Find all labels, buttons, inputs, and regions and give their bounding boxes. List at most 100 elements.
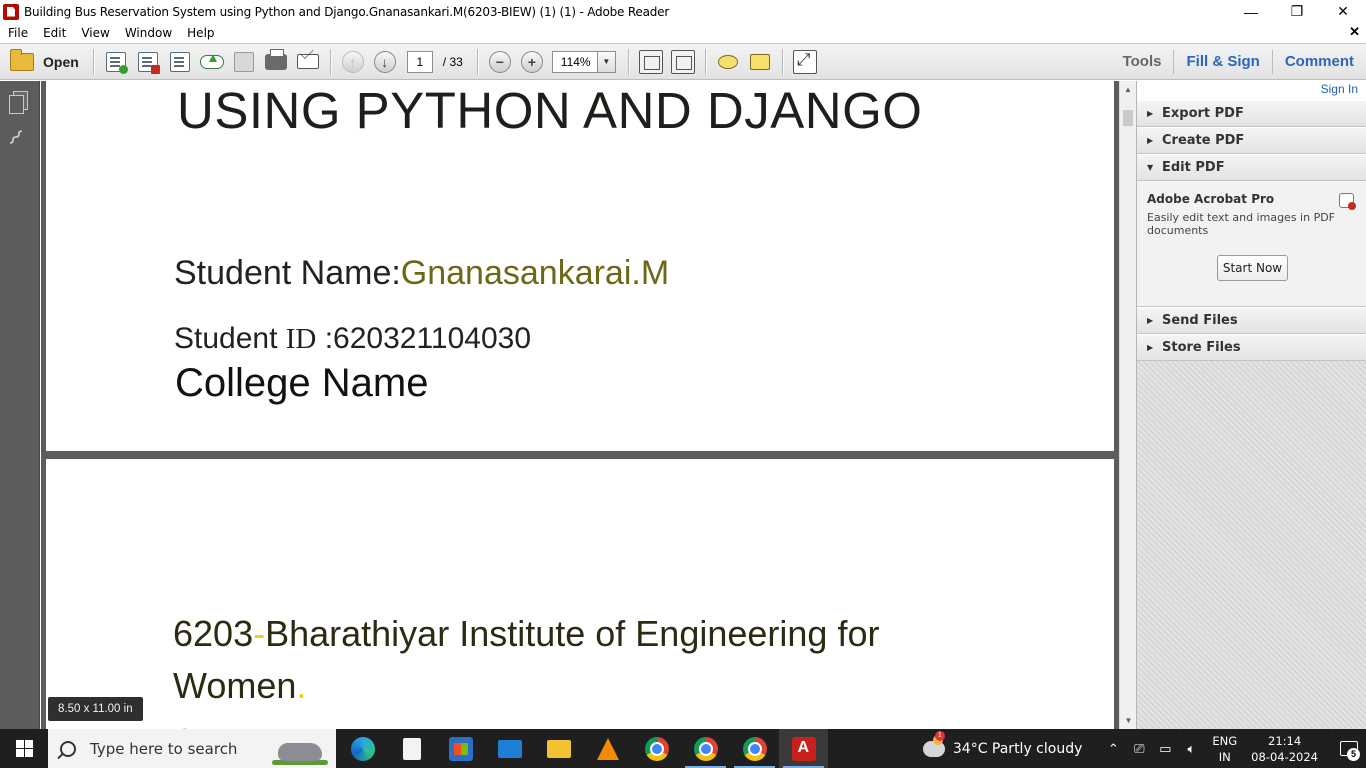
student-name-value: Gnanasankarai.M xyxy=(400,254,670,292)
taskbar-search[interactable]: Type here to search xyxy=(48,729,336,768)
lang-line2: IN xyxy=(1218,749,1231,764)
edit-pdf-button[interactable] xyxy=(167,49,193,75)
scroll-thumb[interactable] xyxy=(1123,110,1133,126)
acrobat-pro-description: Easily edit text and images in PDF docum… xyxy=(1147,211,1335,237)
taskbar-explorer[interactable] xyxy=(534,729,583,768)
save-icon xyxy=(233,51,254,72)
volume-icon[interactable]: 🔈︎ xyxy=(1178,741,1204,757)
taskbar-file[interactable] xyxy=(387,729,436,768)
edit-pdf-section[interactable]: ▼ Edit PDF xyxy=(1137,154,1366,181)
zoom-select[interactable]: 114% ▼ xyxy=(551,50,616,73)
zoom-in-button[interactable]: + xyxy=(519,49,545,75)
section-label: Create PDF xyxy=(1162,133,1245,148)
menu-help[interactable]: Help xyxy=(179,26,221,40)
export-pdf-section[interactable]: ▶ Export PDF xyxy=(1137,100,1366,127)
minimize-button[interactable]: — xyxy=(1228,0,1274,23)
toolbar: Open ↑ ↓ 1 / 33 − + 114% ▼ Tools Fill & … xyxy=(0,43,1366,80)
chevron-down-icon[interactable]: ▼ xyxy=(597,50,616,73)
student-name-line: Student Name:Gnanasankarai.M xyxy=(174,254,669,293)
college-name-cont: Women xyxy=(173,665,297,706)
chevron-right-icon: ▶ xyxy=(1147,136,1154,145)
zoom-out-button[interactable]: − xyxy=(487,49,513,75)
weather-icon[interactable] xyxy=(922,730,945,757)
chrome-icon xyxy=(644,736,669,761)
email-icon xyxy=(296,54,319,69)
toolbar-divider xyxy=(329,48,331,75)
upload-button[interactable] xyxy=(199,49,225,75)
taskbar-chrome-profile[interactable] xyxy=(681,729,730,768)
comment-link[interactable]: Comment xyxy=(1273,50,1366,74)
full-screen-button[interactable] xyxy=(792,49,818,75)
section-label: Edit PDF xyxy=(1162,160,1225,175)
taskbar-vlc[interactable] xyxy=(583,729,632,768)
page-number-input[interactable]: 1 xyxy=(406,50,433,73)
send-files-section[interactable]: ▶ Send Files xyxy=(1137,307,1366,334)
create-pdf-icon xyxy=(105,51,128,74)
full-screen-icon xyxy=(792,49,817,74)
language-indicator[interactable]: ENG IN xyxy=(1212,733,1237,765)
taskbar-chrome[interactable] xyxy=(632,729,681,768)
start-now-button[interactable]: Start Now xyxy=(1217,255,1288,281)
zoom-out-icon: − xyxy=(488,50,511,73)
email-button[interactable] xyxy=(295,49,321,75)
maximize-button[interactable]: ❐ xyxy=(1274,0,1320,23)
print-button[interactable] xyxy=(263,48,289,75)
menu-view[interactable]: View xyxy=(73,26,116,40)
highlight-button[interactable] xyxy=(747,49,773,75)
fit-width-button[interactable] xyxy=(670,49,696,75)
sign-in-link[interactable]: Sign In xyxy=(1321,82,1358,96)
open-label: Open xyxy=(43,53,79,70)
fit-page-button[interactable] xyxy=(638,49,664,75)
next-page-button[interactable]: ↓ xyxy=(372,49,398,75)
sticky-note-button[interactable] xyxy=(715,49,741,75)
menu-bar: File Edit View Window Help ✕ xyxy=(0,23,1366,43)
create-pdf-button[interactable] xyxy=(103,49,129,75)
menu-file[interactable]: File xyxy=(0,26,35,40)
network-icon[interactable]: ⎚ xyxy=(1126,741,1152,757)
menu-window[interactable]: Window xyxy=(117,26,179,40)
zoom-value[interactable]: 114% xyxy=(551,50,598,73)
chevron-right-icon: ▶ xyxy=(1147,109,1154,118)
toolbar-divider xyxy=(92,48,94,75)
taskbar-mail[interactable] xyxy=(485,729,534,768)
create-pdf-section[interactable]: ▶ Create PDF xyxy=(1137,127,1366,154)
start-button[interactable] xyxy=(0,729,48,768)
title-bar: Building Bus Reservation System using Py… xyxy=(0,0,1366,23)
chevron-up-icon[interactable]: ⌃ xyxy=(1100,741,1126,757)
notifications-button[interactable]: 5 xyxy=(1332,729,1366,768)
tools-link[interactable]: Tools xyxy=(1111,50,1174,74)
section-label: Export PDF xyxy=(1162,106,1244,121)
document-view[interactable]: USING PYTHON AND DJANGO Student Name:Gna… xyxy=(41,81,1119,729)
menu-edit[interactable]: Edit xyxy=(35,26,73,40)
page-thumbnails-icon[interactable] xyxy=(8,91,30,114)
taskbar-edge[interactable] xyxy=(338,729,387,768)
save-button[interactable] xyxy=(231,49,257,75)
scroll-down-icon[interactable]: ▼ xyxy=(1120,712,1137,729)
clock[interactable]: 21:14 08-04-2024 xyxy=(1251,733,1318,765)
close-document-button[interactable]: ✕ xyxy=(1349,24,1360,40)
store-files-section[interactable]: ▶ Store Files xyxy=(1137,334,1366,361)
taskbar-store[interactable] xyxy=(436,729,485,768)
scroll-up-icon[interactable]: ▲ xyxy=(1120,81,1136,98)
vertical-scrollbar[interactable]: ▲ ▼ xyxy=(1119,81,1136,729)
toolbar-divider xyxy=(627,48,629,75)
battery-icon[interactable]: ▭ xyxy=(1152,741,1178,757)
student-name-label: Student Name: xyxy=(174,254,401,292)
open-button[interactable]: Open xyxy=(10,47,79,77)
vlc-icon xyxy=(596,737,619,760)
attachments-icon[interactable]: ⌇ xyxy=(3,125,34,157)
navigation-pane: ⌇ xyxy=(0,81,40,729)
pdf-page: USING PYTHON AND DJANGO Student Name:Gna… xyxy=(46,81,1114,451)
weather-text[interactable]: 34°C Partly cloudy xyxy=(953,741,1083,757)
taskbar-chrome-profile-m[interactable] xyxy=(730,729,779,768)
close-button[interactable]: ✕ xyxy=(1320,0,1366,23)
mail-icon xyxy=(497,739,522,758)
previous-page-button[interactable]: ↑ xyxy=(340,49,366,75)
search-placeholder: Type here to search xyxy=(90,739,238,758)
fill-sign-link[interactable]: Fill & Sign xyxy=(1174,50,1271,74)
export-pdf-button[interactable] xyxy=(135,49,161,75)
search-icon xyxy=(60,740,76,757)
taskbar-adobe-reader[interactable] xyxy=(779,729,828,768)
fit-width-icon xyxy=(670,49,695,74)
search-highlight-icon xyxy=(272,739,328,765)
